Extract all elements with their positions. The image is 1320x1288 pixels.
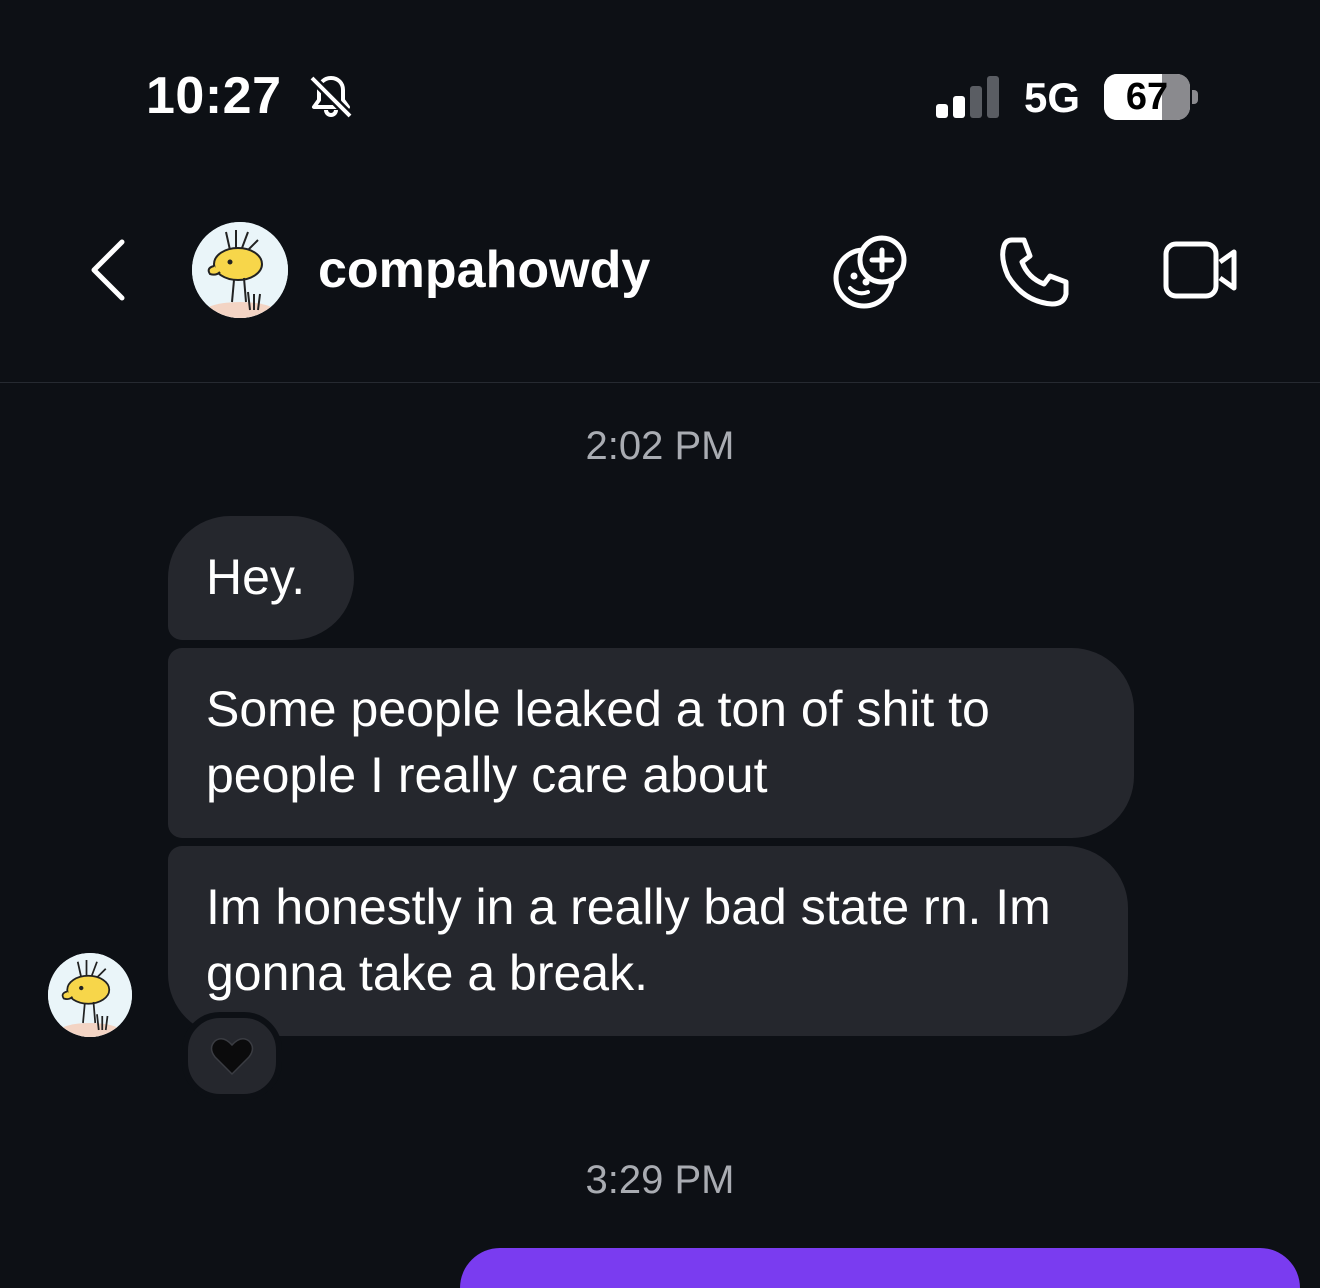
status-time: 10:27 [146, 67, 282, 125]
message-text: Im honestly in a really bad state rn. Im… [206, 879, 1051, 1001]
battery-percent: 67 [1125, 76, 1169, 118]
message-text: Hey. [206, 549, 306, 605]
bell-muted-icon [306, 72, 356, 122]
back-chevron-icon[interactable] [84, 236, 132, 304]
header-divider [0, 382, 1320, 383]
signal-bars-icon [936, 76, 1006, 120]
message-text: Some people leaked a ton of shit to peop… [206, 681, 990, 803]
message-bubble[interactable]: Im honestly in a really bad state rn. Im… [168, 846, 1128, 1036]
video-camera-icon[interactable] [1160, 232, 1240, 312]
battery-tip [1192, 90, 1198, 104]
sender-avatar[interactable] [48, 953, 132, 1037]
timestamp: 3:29 PM [585, 1158, 735, 1202]
timestamp: 2:02 PM [585, 424, 735, 468]
message-bubble[interactable]: Some people leaked a ton of shit to peop… [168, 648, 1134, 838]
avatar[interactable] [192, 222, 288, 318]
outgoing-message-bubble[interactable] [460, 1248, 1300, 1288]
phone-icon[interactable] [994, 232, 1074, 312]
reaction-badge[interactable] [182, 1012, 282, 1100]
username[interactable]: compahowdy [318, 240, 650, 300]
network-type: 5G [1024, 74, 1081, 121]
battery-icon: 67 [1104, 74, 1190, 120]
add-friend-sticker-icon[interactable] [830, 232, 910, 312]
black-heart-icon [210, 1038, 254, 1076]
message-bubble[interactable]: Hey. [168, 516, 354, 640]
